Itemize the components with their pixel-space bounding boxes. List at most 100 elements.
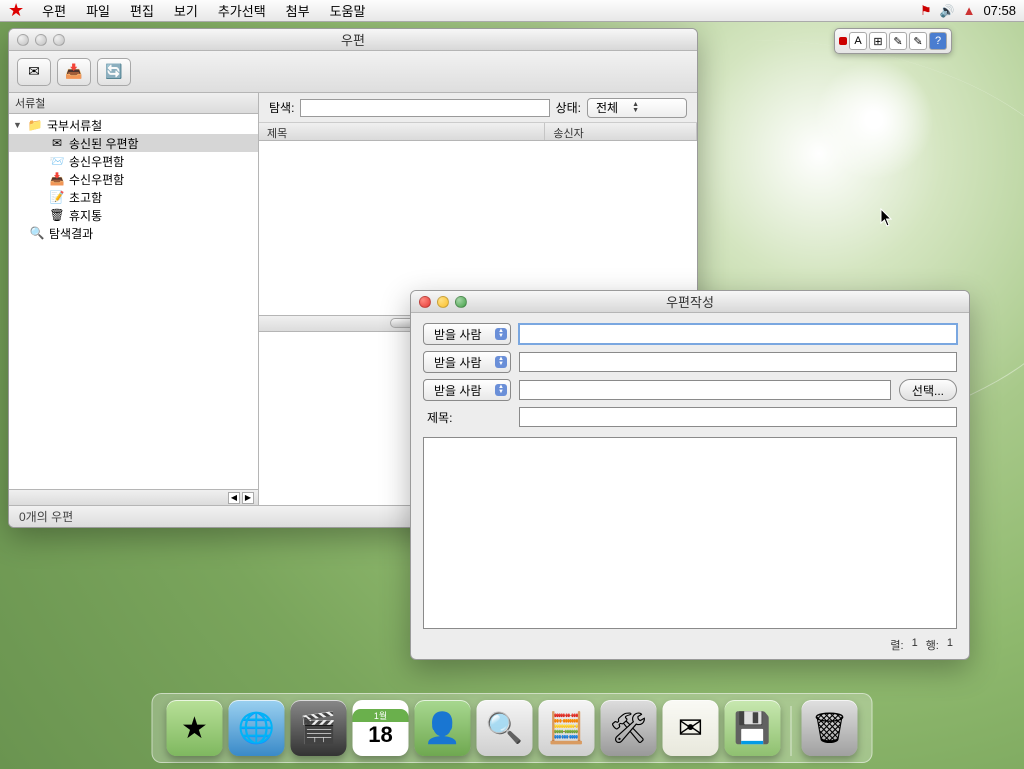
stepper-icon[interactable]: ▲▼ xyxy=(495,356,507,368)
dock-trash[interactable]: 🗑 xyxy=(802,700,858,756)
tree-item-search-results[interactable]: 🔍 탐색결과 xyxy=(9,224,258,242)
recipient-type-combo[interactable]: 받을 사람 ▲▼ xyxy=(423,351,511,373)
search-input[interactable] xyxy=(300,99,549,117)
recipient-input-3[interactable] xyxy=(519,380,891,400)
mail-window-title: 우편 xyxy=(9,30,697,49)
recipient-type-label: 받을 사람 xyxy=(434,326,482,343)
stepper-icon[interactable]: ▲▼ xyxy=(632,102,639,114)
dock-calendar[interactable]: 1월 18 xyxy=(353,700,409,756)
compose-body-editor[interactable] xyxy=(423,437,957,629)
tree-item-label: 휴지통 xyxy=(69,207,102,224)
recipient-type-combo[interactable]: 받을 사람 ▲▼ xyxy=(423,323,511,345)
mailbox-icon: ✉ xyxy=(49,136,65,150)
stepper-icon[interactable]: ▲▼ xyxy=(495,328,507,340)
scroll-left-icon[interactable]: ◀ xyxy=(228,492,240,504)
calendar-day: 18 xyxy=(368,722,392,748)
dock-mail[interactable]: ✉ xyxy=(663,700,719,756)
close-button[interactable] xyxy=(17,34,29,46)
mailbox-icon: 📨 xyxy=(49,154,65,168)
tree-root-label: 국부서류철 xyxy=(47,117,102,134)
ime-palette[interactable]: A ⊞ ✎ ✎ ? xyxy=(834,28,952,54)
close-button[interactable] xyxy=(419,296,431,308)
row-label: 행: xyxy=(926,637,939,653)
tree-item-drafts[interactable]: 📝 초고함 xyxy=(9,188,258,206)
dock-search[interactable]: 🔍 xyxy=(477,700,533,756)
notification-icon[interactable]: ▲ xyxy=(963,3,976,18)
volume-icon[interactable] xyxy=(940,3,955,18)
tree-item-inbox[interactable]: 📥 수신우편함 xyxy=(9,170,258,188)
scroll-right-icon[interactable]: ▶ xyxy=(242,492,254,504)
compose-window-title: 우편작성 xyxy=(411,292,969,311)
tree-item-sent[interactable]: ✉ 송신된 우편함 xyxy=(9,134,258,152)
recipient-input-1[interactable] xyxy=(519,324,957,344)
ime-btn-edit[interactable]: ✎ xyxy=(909,32,927,50)
mailbox-icon: 📥 xyxy=(49,172,65,186)
col-sender[interactable]: 송신자 xyxy=(545,123,697,140)
calculator-icon: 🧮 xyxy=(548,711,585,746)
tree-item-outbox[interactable]: 📨 송신우편함 xyxy=(9,152,258,170)
recipient-type-label: 받을 사람 xyxy=(434,382,482,399)
clapper-icon: 🎬 xyxy=(300,711,337,746)
wallpaper-flare xyxy=(814,60,934,180)
mail-sidebar: 서류철 ▼ 📁 국부서류철 ✉ 송신된 우편함 📨 송신우편함 📥 수신우 xyxy=(9,93,259,505)
tree-item-label: 탐색결과 xyxy=(49,225,93,242)
menu-attach[interactable]: 첨부 xyxy=(276,1,320,20)
compose-titlebar[interactable]: 우편작성 xyxy=(411,291,969,313)
tree-item-label: 송신된 우편함 xyxy=(69,135,139,152)
folder-icon: 📁 xyxy=(27,118,43,132)
recipient-input-2[interactable] xyxy=(519,352,957,372)
menu-help[interactable]: 도움말 xyxy=(320,1,376,20)
receive-button[interactable]: 📥 xyxy=(57,58,91,86)
dock-launcher[interactable]: ★ xyxy=(167,700,223,756)
choose-recipient-button[interactable]: 선택... xyxy=(899,379,957,401)
status-combo[interactable]: 전체 ▲▼ xyxy=(587,98,687,118)
sidebar-header: 서류철 xyxy=(9,93,258,114)
zoom-button[interactable] xyxy=(53,34,65,46)
sidebar-hscroll[interactable]: ◀ ▶ xyxy=(9,489,258,505)
compose-statusbar: 렬: 1 행: 1 xyxy=(423,635,957,653)
dock-browser[interactable]: 🌐 xyxy=(229,700,285,756)
col-subject[interactable]: 제목 xyxy=(259,123,545,140)
status-label: 상태: xyxy=(556,99,581,116)
trash-icon: 🗑 xyxy=(49,208,65,222)
ime-btn-latin[interactable]: A xyxy=(849,32,867,50)
dock: ★ 🌐 🎬 1월 18 👤 🔍 🧮 🛠 ✉ 💾 🗑 xyxy=(152,693,873,763)
dock-calculator[interactable]: 🧮 xyxy=(539,700,595,756)
status-text: 0개의 우편 xyxy=(19,508,73,525)
sendreceive-button[interactable]: 🔄 xyxy=(97,58,131,86)
mailbox-icon: 📝 xyxy=(49,190,65,204)
tools-icon: 🛠 xyxy=(609,711,647,746)
zoom-button[interactable] xyxy=(455,296,467,308)
dock-settings[interactable]: 🛠 xyxy=(601,700,657,756)
trash-icon: 🗑 xyxy=(810,711,848,746)
minimize-button[interactable] xyxy=(35,34,47,46)
ime-btn-help[interactable]: ? xyxy=(929,32,947,50)
system-star-icon[interactable]: ★ xyxy=(8,0,24,21)
tree-item-trash[interactable]: 🗑 휴지통 xyxy=(9,206,258,224)
menu-file[interactable]: 파일 xyxy=(76,1,120,20)
mail-titlebar[interactable]: 우편 xyxy=(9,29,697,51)
recipient-type-combo[interactable]: 받을 사람 ▲▼ xyxy=(423,379,511,401)
compose-button[interactable]: ✉︎ xyxy=(17,58,51,86)
subject-input[interactable] xyxy=(519,407,957,427)
search-icon: 🔍 xyxy=(29,226,45,240)
ime-indicator-icon xyxy=(839,37,847,45)
flag-icon[interactable]: ⚑ xyxy=(920,3,932,19)
minimize-button[interactable] xyxy=(437,296,449,308)
ime-btn-handwrite[interactable]: ✎ xyxy=(889,32,907,50)
dock-contacts[interactable]: 👤 xyxy=(415,700,471,756)
folder-tree[interactable]: ▼ 📁 국부서류철 ✉ 송신된 우편함 📨 송신우편함 📥 수신우편함 xyxy=(9,114,258,489)
clock[interactable]: 07:58 xyxy=(983,3,1016,18)
menu-extra[interactable]: 추가선택 xyxy=(208,1,276,20)
menu-view[interactable]: 보기 xyxy=(164,1,208,20)
tree-root[interactable]: ▼ 📁 국부서류철 xyxy=(9,116,258,134)
dock-movie[interactable]: 🎬 xyxy=(291,700,347,756)
dock-disk[interactable]: 💾 xyxy=(725,700,781,756)
menu-edit[interactable]: 편집 xyxy=(120,1,164,20)
ime-btn-keyboard[interactable]: ⊞ xyxy=(869,32,887,50)
stepper-icon[interactable]: ▲▼ xyxy=(495,384,507,396)
globe-icon: 🌐 xyxy=(238,711,275,746)
disclosure-icon[interactable]: ▼ xyxy=(13,120,23,130)
menu-mail[interactable]: 우편 xyxy=(32,1,76,20)
recipient-row-1: 받을 사람 ▲▼ xyxy=(423,323,957,345)
